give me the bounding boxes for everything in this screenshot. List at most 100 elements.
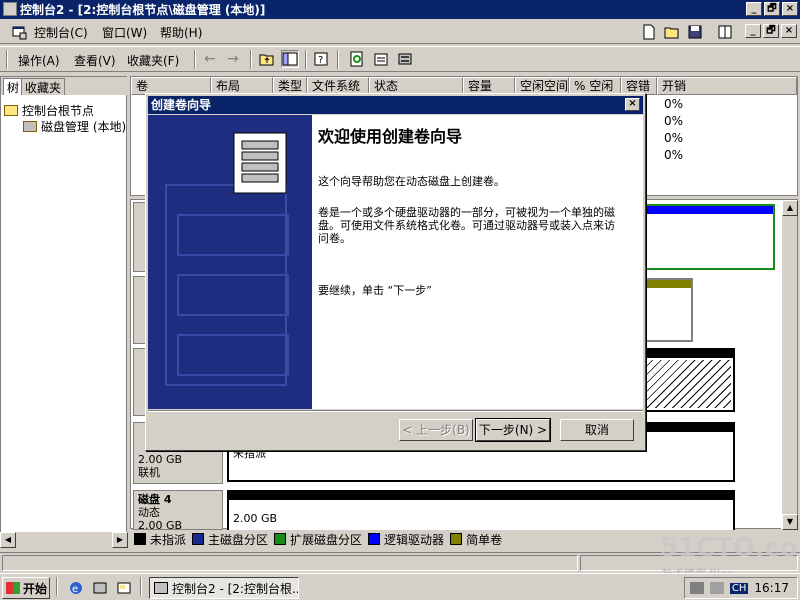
legend-label: 简单卷 — [466, 532, 503, 547]
back-arrow-icon[interactable]: ← — [203, 50, 221, 68]
tree-node-disk-management[interactable]: 磁盘管理 (本地) — [23, 118, 126, 135]
taskbar: 开始 e 控制台2 - [2:控制台根... CH 16:17 — [0, 573, 800, 600]
explorer-icon[interactable] — [92, 580, 108, 596]
wizard-intro-text: 这个向导帮助您在动态磁盘上创建卷。 — [318, 175, 505, 188]
overhead-cell: 0% — [664, 131, 684, 145]
ie-icon[interactable]: e — [68, 580, 84, 596]
actionbar: 操作(A) 查看(V) 收藏夹(F) ← → ? — [0, 46, 800, 72]
toolbar-separator — [194, 50, 196, 69]
scroll-left-button[interactable]: ◀ — [0, 532, 16, 548]
child-restore-button[interactable]: 🗗 — [763, 24, 779, 38]
legend-label: 逻辑驱动器 — [384, 532, 445, 547]
forward-arrow-icon[interactable]: → — [226, 50, 244, 68]
child-minimize-button[interactable]: _ — [745, 24, 761, 38]
legend-item: 主磁盘分区 — [192, 531, 268, 548]
child-close-button[interactable]: × — [781, 24, 797, 38]
tree-node-console-root[interactable]: 控制台根节点 — [4, 102, 94, 119]
properties-icon[interactable] — [372, 50, 390, 68]
legend-swatch — [368, 533, 381, 545]
window-title: 控制台2 - [2:控制台根节点\磁盘管理 (本地)] — [20, 3, 266, 17]
start-button[interactable]: 开始 — [2, 577, 50, 599]
disk-label-4[interactable]: 磁盘 4 动态 2.00 GB — [133, 490, 223, 532]
menu-favorites[interactable]: 收藏夹(F) — [127, 52, 179, 69]
up-level-icon[interactable] — [258, 50, 276, 68]
menu-window[interactable]: 窗口(W) — [102, 24, 147, 41]
toolbar-separator-3 — [305, 50, 307, 69]
svg-text:?: ? — [318, 55, 323, 66]
menu-console[interactable]: 控制台(C) — [34, 24, 88, 41]
disk-name: 磁盘 4 — [138, 493, 172, 506]
tab-tree[interactable]: 树 — [3, 78, 24, 95]
legend-swatch — [274, 533, 287, 545]
wizard-close-button[interactable]: × — [625, 98, 640, 111]
next-button[interactable]: 下一步(N) > — [475, 418, 551, 442]
wizard-banner-art — [148, 115, 312, 409]
menubar: 控制台(C) 窗口(W) 帮助(H) _ 🗗 × — [0, 20, 800, 44]
tree-node-label: 磁盘管理 (本地) — [41, 120, 127, 134]
tab-favorites[interactable]: 收藏夹 — [21, 78, 66, 95]
partition-size: 2.00 GB — [233, 512, 278, 525]
task-label: 控制台2 - [2:控制台根... — [172, 581, 299, 596]
mmc-app-icon — [3, 2, 17, 16]
menu-view[interactable]: 查看(V) — [74, 52, 116, 69]
menu-help[interactable]: 帮助(H) — [160, 24, 202, 41]
hatched-selection — [645, 360, 731, 408]
cancel-button[interactable]: 取消 — [560, 419, 634, 441]
column-header-overhead[interactable]: 开销 — [657, 77, 797, 95]
scroll-right-button[interactable]: ▶ — [112, 532, 128, 548]
back-button[interactable]: < 上一步(B) — [399, 419, 473, 441]
save-icon[interactable] — [686, 23, 704, 41]
windows-logo-icon — [6, 582, 20, 594]
tree-node-label: 控制台根节点 — [22, 104, 95, 118]
legend-item: 扩展磁盘分区 — [274, 531, 362, 548]
console-icon — [10, 23, 28, 41]
clock: 16:17 — [754, 581, 789, 595]
language-indicator[interactable]: CH — [729, 582, 749, 594]
legend-swatch — [192, 533, 205, 545]
legend-item: 未指派 — [134, 531, 186, 548]
minimize-button[interactable]: _ — [746, 2, 762, 16]
unallocated-partition[interactable]: 2.00 GB — [227, 490, 735, 530]
toolbar-separator-2 — [250, 50, 252, 69]
console-task-icon — [154, 582, 168, 594]
scroll-up-button[interactable]: ▲ — [782, 200, 798, 216]
scroll-down-button[interactable]: ▼ — [782, 514, 798, 530]
restore-button[interactable]: 🗗 — [764, 2, 780, 16]
wizard-description-text: 卷是一个或多个硬盘驱动器的一部分，可被视为一个单独的磁盘。可使用文件系统格式化卷… — [318, 206, 615, 245]
legend-swatch — [134, 533, 146, 545]
vertical-scrollbar[interactable]: ▲ ▼ — [781, 200, 798, 530]
wizard-separator — [148, 410, 643, 412]
watermark-logo: 51CTO.com — [660, 533, 800, 563]
folder-icon — [4, 105, 18, 116]
legend-label: 主磁盘分区 — [208, 532, 269, 547]
disk-type: 动态 — [138, 506, 160, 519]
legend-item: 逻辑驱动器 — [368, 531, 444, 548]
close-button[interactable]: × — [782, 2, 798, 16]
window-titlebar: 控制台2 - [2:控制台根节点\磁盘管理 (本地)] _ 🗗 × — [0, 0, 800, 19]
disk-settings-icon[interactable] — [396, 50, 414, 68]
tree-horizontal-scrollbar[interactable]: ◀ ▶ — [0, 532, 128, 548]
svg-text:e: e — [72, 584, 78, 595]
show-desktop-icon[interactable] — [116, 580, 132, 596]
new-file-icon[interactable] — [640, 23, 658, 41]
volume-icon[interactable] — [709, 582, 724, 594]
legend-label: 未指派 — [150, 532, 187, 547]
wizard-title: 创建卷向导 — [151, 98, 212, 112]
network-icon[interactable] — [689, 582, 704, 594]
toolbar-grip — [6, 50, 8, 69]
taskbar-task-console[interactable]: 控制台2 - [2:控制台根... — [149, 577, 299, 599]
menu-action[interactable]: 操作(A) — [18, 52, 60, 69]
disk-management-icon — [23, 121, 37, 132]
help-icon[interactable]: ? — [312, 50, 330, 68]
legend-label: 扩展磁盘分区 — [290, 532, 363, 547]
system-tray: CH 16:17 — [684, 577, 798, 599]
show-hide-tree-icon[interactable] — [281, 50, 299, 68]
taskbar-separator — [56, 577, 58, 596]
legend-item: 简单卷 — [450, 531, 502, 548]
status-cell — [2, 555, 578, 571]
open-folder-icon[interactable] — [663, 23, 681, 41]
create-volume-wizard: 创建卷向导 × 欢迎使用创建卷向导 这个向导帮助您在动态磁盘上创建卷。 卷是一个… — [145, 93, 646, 451]
disk-size: 2.00 GB — [138, 453, 183, 466]
new-window-icon[interactable] — [716, 23, 734, 41]
refresh-icon[interactable] — [348, 50, 366, 68]
